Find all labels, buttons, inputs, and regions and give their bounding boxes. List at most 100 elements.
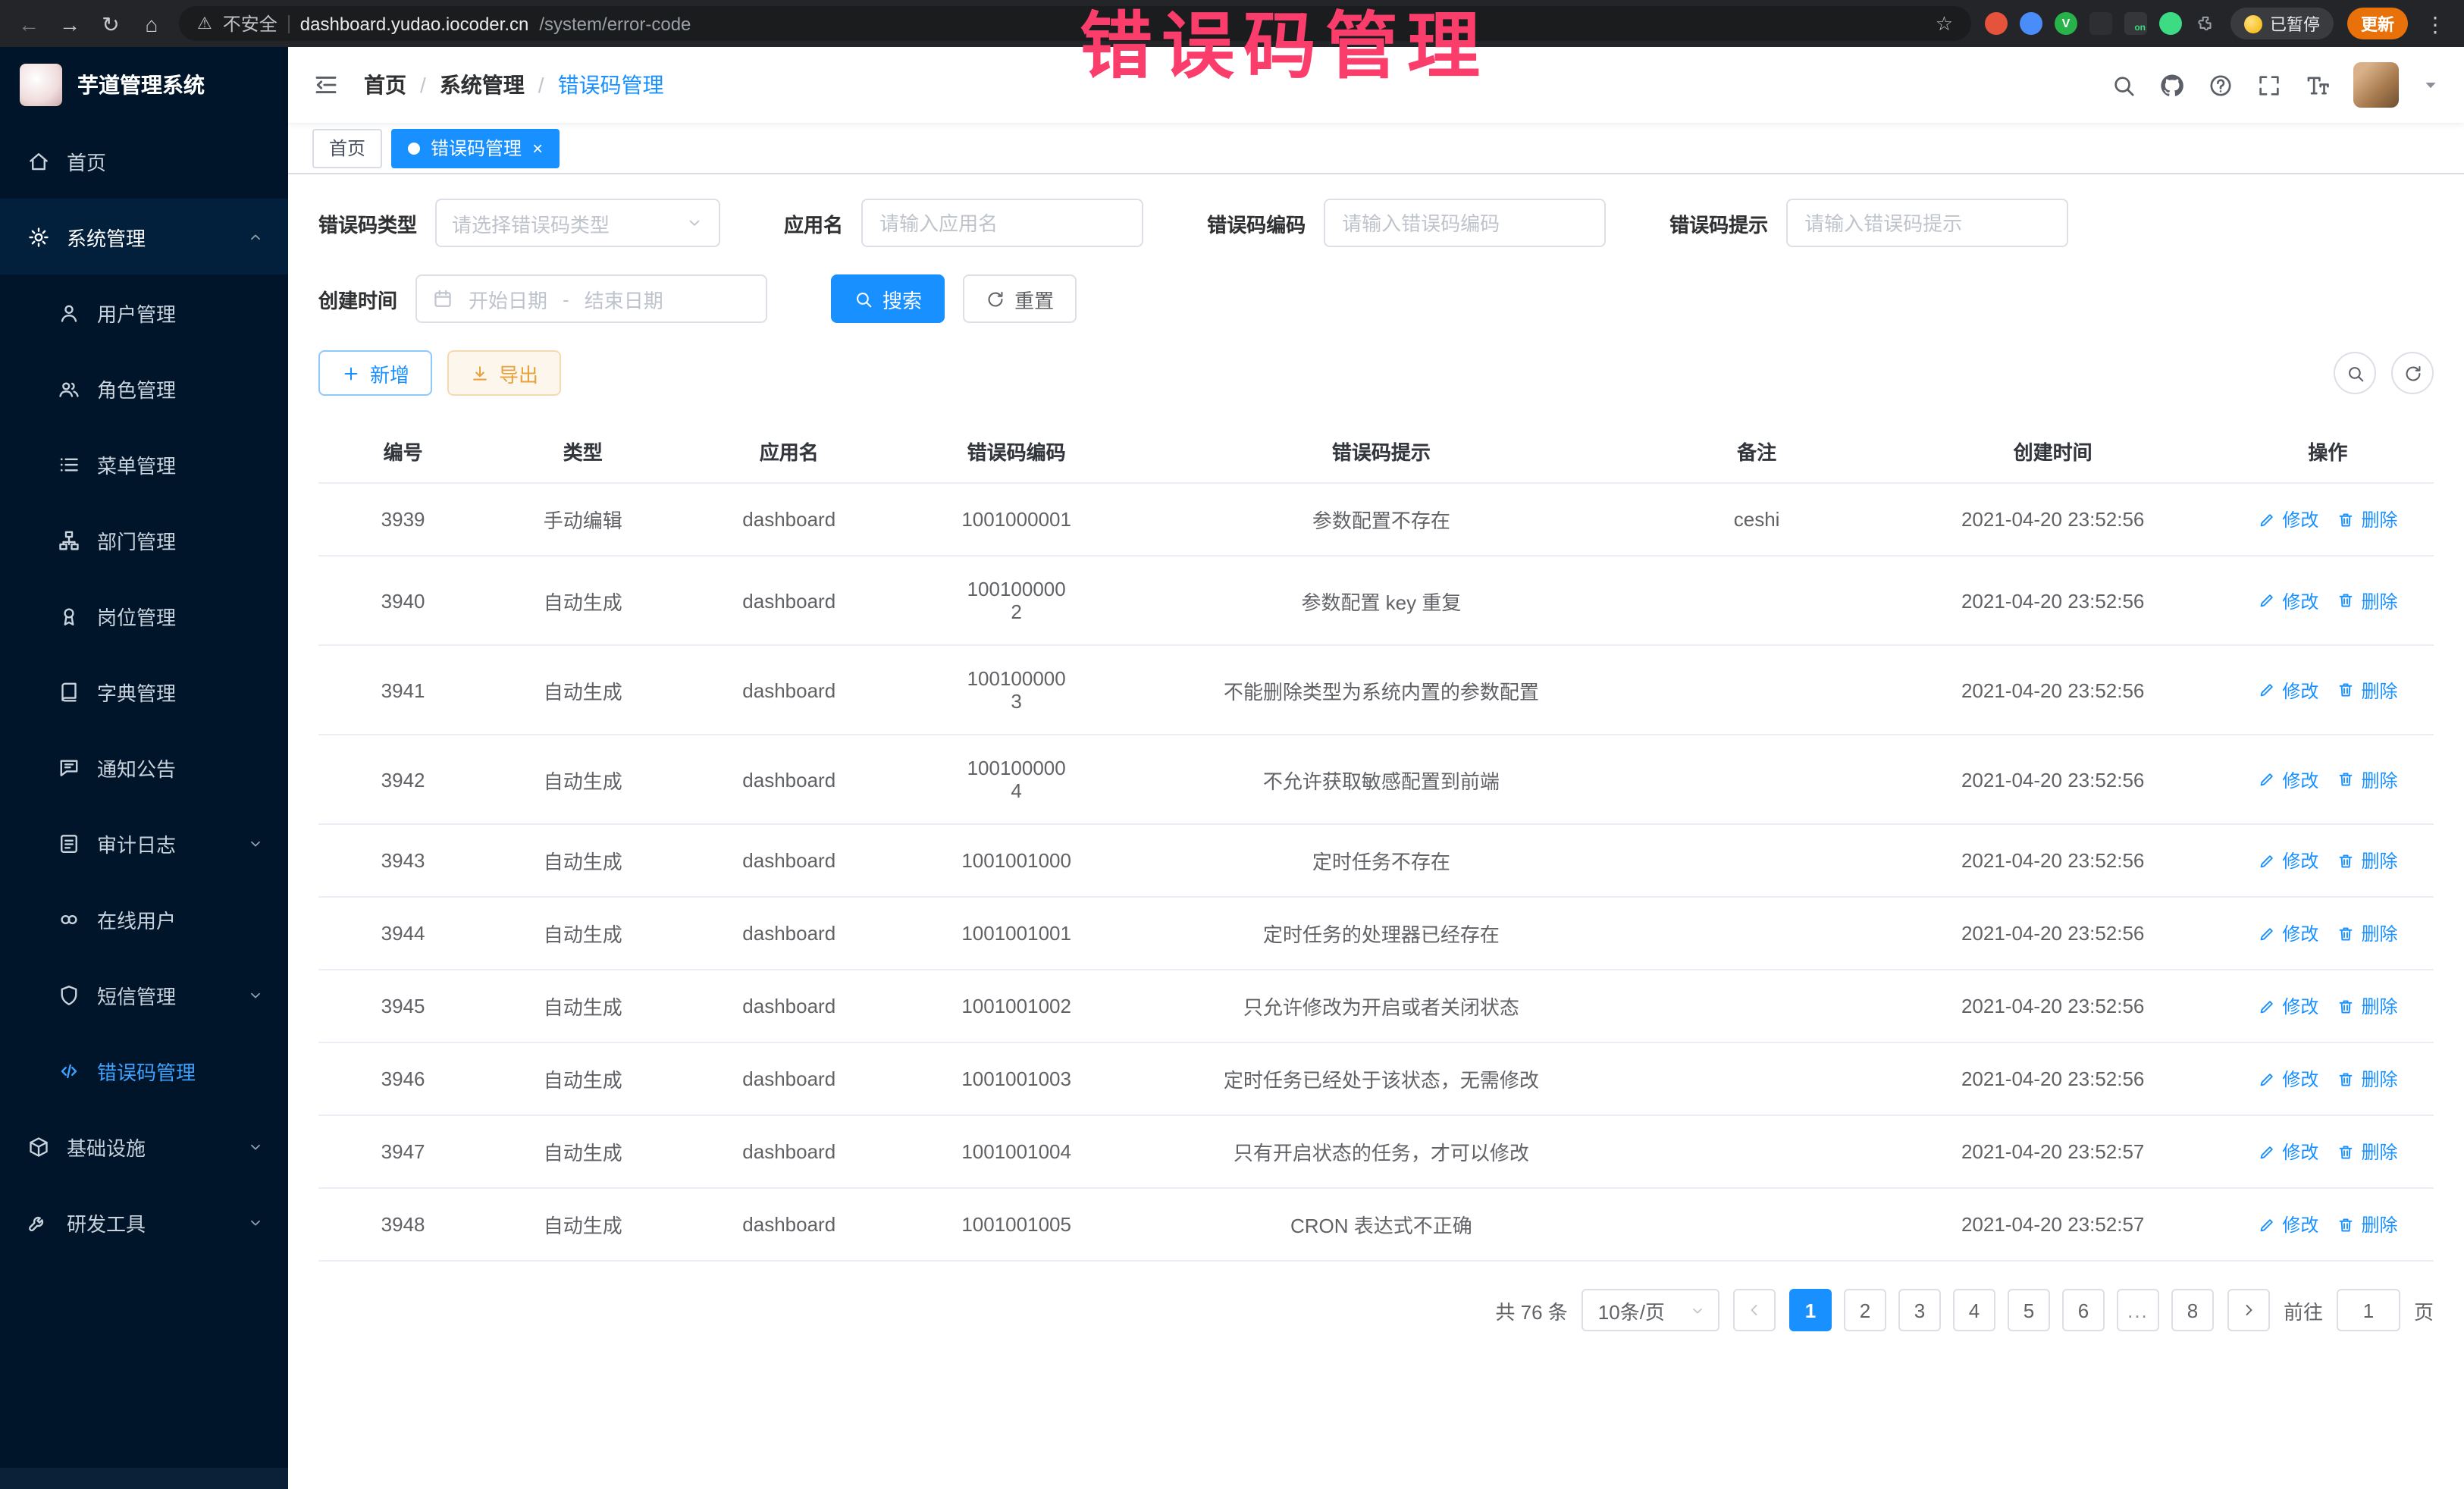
sidebar-item-label: 首页 [67, 146, 264, 175]
pagination-page-6[interactable]: 6 [2062, 1289, 2105, 1331]
delete-link[interactable]: 删除 [2337, 1212, 2397, 1237]
edit-link[interactable]: 修改 [2258, 848, 2318, 873]
help-icon[interactable] [2208, 72, 2234, 98]
search-icon[interactable] [2111, 72, 2136, 98]
sidebar-item-audit-log[interactable]: 审计日志 [0, 805, 288, 881]
breadcrumb-item[interactable]: 首页 [364, 70, 406, 100]
back-icon[interactable]: ← [15, 13, 42, 34]
refresh-table-button[interactable] [2391, 352, 2434, 394]
font-size-icon[interactable] [2305, 72, 2331, 98]
adblock-extension-icon[interactable]: on [2124, 12, 2147, 35]
tab-close-icon[interactable]: × [532, 139, 543, 157]
sidebar-item-sms[interactable]: 短信管理 [0, 957, 288, 1033]
export-button[interactable]: 导出 [447, 350, 561, 396]
toggle-search-button[interactable] [2334, 352, 2376, 394]
sidebar-item-dict[interactable]: 字典管理 [0, 654, 288, 729]
next-page-button[interactable] [2227, 1289, 2270, 1331]
prev-page-button[interactable] [1733, 1289, 1776, 1331]
pagination-page-8[interactable]: 8 [2171, 1289, 2214, 1331]
delete-link[interactable]: 删除 [2337, 1139, 2397, 1165]
extension-icon[interactable] [2020, 12, 2042, 35]
caret-down-icon[interactable] [2422, 76, 2440, 94]
sidebar-item-user[interactable]: 用户管理 [0, 274, 288, 350]
sidebar-item-infra[interactable]: 基础设施 [0, 1108, 288, 1184]
tab-error-code[interactable]: 错误码管理 × [391, 128, 560, 168]
pagination-page-1[interactable]: 1 [1789, 1289, 1832, 1331]
search-button[interactable]: 搜索 [831, 274, 945, 323]
delete-link[interactable]: 删除 [2337, 766, 2397, 792]
reset-button[interactable]: 重置 [963, 274, 1077, 323]
extensions-puzzle-icon[interactable] [2194, 12, 2217, 35]
edit-link[interactable]: 修改 [2258, 588, 2318, 613]
sidebar-item-dept[interactable]: 部门管理 [0, 502, 288, 578]
edit-link[interactable]: 修改 [2258, 1212, 2318, 1237]
paused-label: 已暂停 [2270, 11, 2320, 36]
delete-link[interactable]: 删除 [2337, 920, 2397, 946]
extension-icon[interactable]: V [2055, 12, 2077, 35]
refresh-icon [986, 289, 1005, 309]
github-icon[interactable] [2159, 72, 2185, 98]
sidebar-item-dev-tools[interactable]: 研发工具 [0, 1184, 288, 1260]
profile-paused-chip[interactable]: 已暂停 [2230, 8, 2334, 39]
pagination-more[interactable]: ... [2117, 1289, 2159, 1331]
cube-icon [27, 1135, 50, 1158]
extension-icon[interactable] [1985, 12, 2008, 35]
avatar[interactable] [2353, 62, 2399, 108]
update-button[interactable]: 更新 [2347, 8, 2408, 39]
delete-link[interactable]: 删除 [2337, 588, 2397, 613]
delete-link[interactable]: 删除 [2337, 506, 2397, 532]
pagination-page-2[interactable]: 2 [1844, 1289, 1886, 1331]
pagination-page-3[interactable]: 3 [1898, 1289, 1941, 1331]
bookmark-star-icon[interactable]: ☆ [1936, 11, 1953, 36]
edit-link[interactable]: 修改 [2258, 677, 2318, 703]
address-bar[interactable]: ⚠ 不安全 dashboard.yudao.iocoder.cn/system/… [179, 6, 1971, 41]
browser-menu-icon[interactable]: ⋮ [2422, 13, 2449, 34]
extension-grid-icon[interactable] [2089, 12, 2112, 35]
page-size-select[interactable]: 10条/页 [1582, 1289, 1719, 1331]
breadcrumb-item[interactable]: 系统管理 [440, 70, 525, 100]
warning-icon: ⚠ [197, 14, 212, 33]
sidebar-item-menu[interactable]: 菜单管理 [0, 426, 288, 502]
pagination-page-5[interactable]: 5 [2008, 1289, 2050, 1331]
edit-link[interactable]: 修改 [2258, 993, 2318, 1019]
browser-home-icon[interactable]: ⌂ [138, 13, 165, 34]
pagination-page-4[interactable]: 4 [1953, 1289, 1995, 1331]
delete-link[interactable]: 删除 [2337, 1066, 2397, 1092]
sidebar-item-online-user[interactable]: 在线用户 [0, 881, 288, 957]
tab-home[interactable]: 首页 [312, 128, 382, 168]
app-name-input[interactable] [861, 199, 1143, 247]
search-button-label: 搜索 [882, 284, 922, 313]
fold-menu-icon[interactable] [312, 71, 340, 99]
sidebar-item-post[interactable]: 岗位管理 [0, 578, 288, 654]
sidebar-item-system[interactable]: 系统管理 [0, 199, 288, 274]
error-type-select[interactable]: 请选择错误码类型 [435, 199, 720, 247]
forward-icon[interactable]: → [56, 13, 83, 34]
delete-link-label: 删除 [2361, 920, 2397, 946]
trash-icon [2337, 681, 2355, 699]
delete-link[interactable]: 删除 [2337, 993, 2397, 1019]
add-button[interactable]: 新增 [318, 350, 432, 396]
goto-page-input[interactable] [2337, 1289, 2400, 1331]
error-code-input[interactable] [1324, 199, 1606, 247]
error-msg-input[interactable] [1786, 199, 2068, 247]
delete-link[interactable]: 删除 [2337, 848, 2397, 873]
edit-link[interactable]: 修改 [2258, 506, 2318, 532]
edit-link[interactable]: 修改 [2258, 1066, 2318, 1092]
home-icon [27, 149, 50, 172]
reload-icon[interactable]: ↻ [97, 13, 124, 34]
sidebar-item-notice[interactable]: 通知公告 [0, 729, 288, 805]
sidebar-item-error-code[interactable]: 错误码管理 [0, 1033, 288, 1108]
delete-link[interactable]: 删除 [2337, 677, 2397, 703]
sidebar-item-role[interactable]: 角色管理 [0, 350, 288, 426]
fullscreen-icon[interactable] [2256, 72, 2282, 98]
edit-link[interactable]: 修改 [2258, 766, 2318, 792]
sidebar-collapse-bar[interactable] [0, 1468, 288, 1489]
date-range-picker[interactable]: 开始日期 - 结束日期 [415, 274, 767, 323]
extension-icon[interactable] [2159, 12, 2182, 35]
breadcrumb-item[interactable]: 错误码管理 [558, 70, 664, 100]
edit-link[interactable]: 修改 [2258, 920, 2318, 946]
sidebar-item-home[interactable]: 首页 [0, 123, 288, 199]
cell-code: 100100000 4 [900, 735, 1133, 824]
cell-app: dashboard [678, 1042, 900, 1115]
edit-link[interactable]: 修改 [2258, 1139, 2318, 1165]
